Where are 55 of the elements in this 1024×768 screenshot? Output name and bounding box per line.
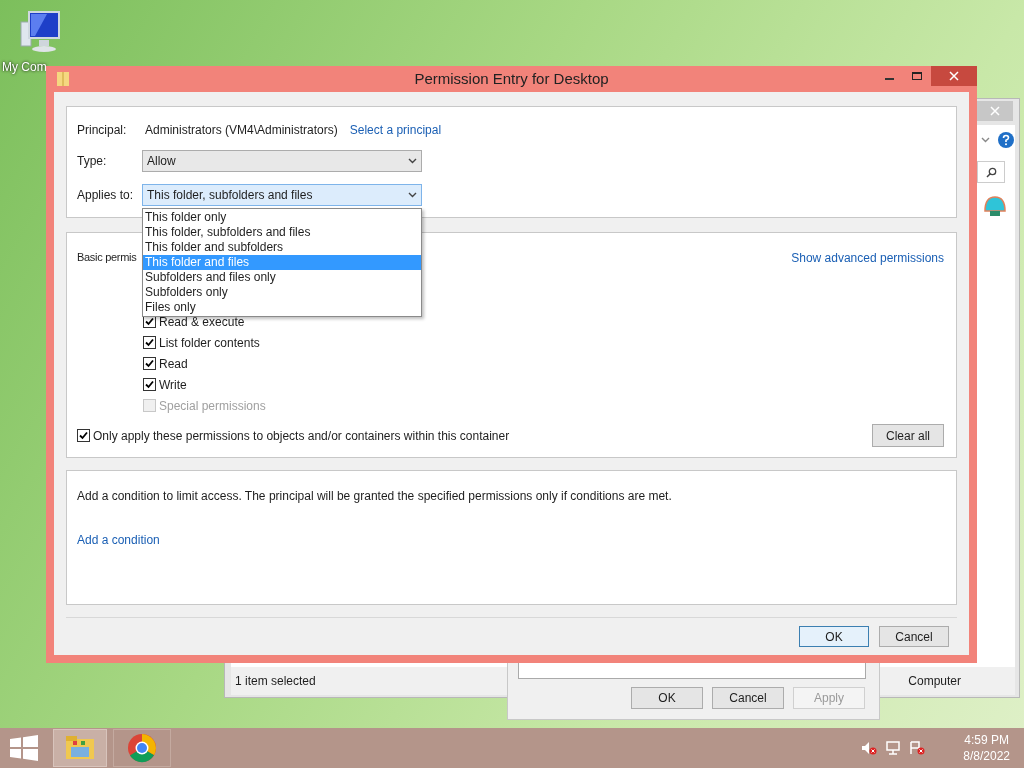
window-title: Permission Entry for Desktop (414, 68, 609, 89)
icon-label: My Com (2, 59, 47, 76)
checkbox[interactable] (77, 429, 90, 442)
folder-icon (65, 735, 95, 761)
dropdown-option[interactable]: Subfolders and files only (143, 270, 421, 285)
show-advanced-link[interactable]: Show advanced permissions (791, 249, 944, 265)
type-dropdown[interactable]: Allow (142, 150, 422, 172)
chevron-icon (408, 192, 417, 198)
dialog-button[interactable]: OK (799, 626, 869, 647)
field-label: Principal: (77, 122, 128, 139)
applies-dropdown[interactable]: This folder, subfolders and files (142, 184, 422, 206)
checkbox-label: List folder contents (159, 334, 260, 352)
chrome-icon (127, 733, 157, 763)
network-icon[interactable] (885, 741, 902, 755)
checkbox-label: Special permissions (159, 397, 266, 415)
computer-icon[interactable] (17, 10, 63, 54)
status-text: 1 item selected (235, 673, 316, 690)
condition-text: Add a condition to limit access. The principal will be granted the specified permissions only if conditions are met. (77, 488, 673, 505)
dropdown-option[interactable]: Subfolders only (143, 285, 421, 300)
checkbox-label: Read & execute (159, 314, 245, 331)
chevron-icon (408, 158, 417, 164)
checkbox[interactable] (143, 357, 156, 370)
clear-all-button[interactable]: Clear all (872, 424, 944, 447)
flag-icon[interactable] (909, 741, 926, 755)
field-label: Applies to: (77, 187, 135, 204)
search-field[interactable] (977, 161, 1005, 183)
minimize-icon (884, 78, 894, 80)
search-icon (985, 166, 997, 178)
dropdown-option[interactable]: This folder, subfolders and files (143, 225, 421, 240)
dropdown-option[interactable]: Files only (143, 300, 421, 315)
close-icon (949, 71, 959, 81)
section-label: Basic permis (77, 250, 137, 265)
folder-icon (56, 71, 70, 87)
checkbox[interactable] (143, 378, 156, 391)
help-icon[interactable] (998, 132, 1014, 148)
checkbox-label: Only apply these permissions to objects and/or containers within this container (93, 427, 510, 445)
dialog-button[interactable]: Cancel (712, 687, 784, 709)
add-condition-link[interactable]: Add a condition (77, 531, 160, 549)
dropdown-option[interactable]: This folder and subfolders (143, 240, 421, 255)
windows-logo-icon[interactable] (10, 735, 38, 761)
checkbox-label: Read (159, 355, 188, 373)
dialog-button[interactable]: OK (631, 687, 703, 709)
checkbox[interactable] (143, 336, 156, 349)
checkbox-label: Write (159, 376, 187, 394)
chrome-taskbar-button[interactable] (113, 729, 171, 767)
select-principal-link[interactable]: Select a principal (349, 121, 442, 139)
chevron-icon[interactable] (981, 137, 990, 143)
close-icon (990, 106, 1000, 116)
location-text: Computer (908, 673, 961, 690)
field-label: Type: (77, 153, 108, 170)
speaker-muted-icon[interactable] (861, 741, 878, 755)
maximize-icon (912, 72, 922, 80)
dialog-button[interactable]: Cancel (879, 626, 949, 647)
dropdown-option[interactable]: This folder only (143, 210, 421, 225)
principal-value: Administrators (VM4\Administrators) (145, 122, 338, 139)
